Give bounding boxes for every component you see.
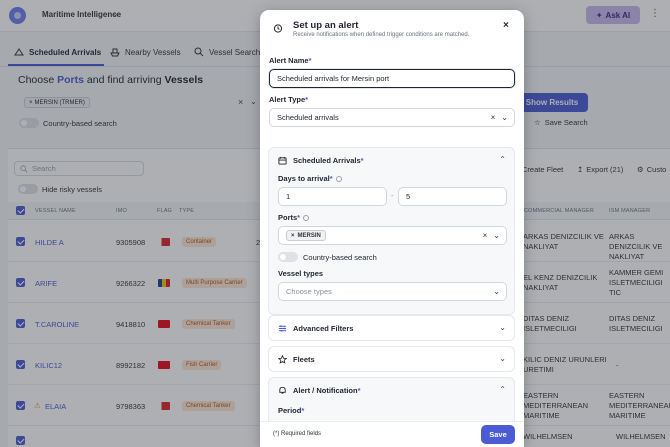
toggle-label: Country-based search: [303, 252, 377, 262]
chevron-down-icon[interactable]: ⌄: [499, 354, 506, 363]
toggle-switch[interactable]: [278, 252, 298, 262]
info-icon[interactable]: [335, 176, 342, 183]
modal-subtitle: Receive notifications when defined trigg…: [293, 32, 470, 38]
alert-type-select[interactable]: Scheduled arrivals × ⌄: [269, 108, 515, 127]
scheduled-arrivals-header[interactable]: Scheduled Arrivals *: [269, 148, 514, 173]
fleets-header[interactable]: Fleets: [269, 347, 514, 372]
days-to-arrival-label: Days to arrival*: [278, 174, 342, 183]
vessel-types-placeholder: Choose types: [286, 287, 332, 296]
alert-type-value: Scheduled arrivals: [277, 113, 339, 122]
close-icon[interactable]: ×: [291, 233, 295, 239]
period-label: Period*: [278, 406, 305, 415]
close-icon[interactable]: ×: [503, 20, 509, 31]
bell-icon: [279, 386, 286, 394]
clear-icon[interactable]: ×: [491, 113, 496, 122]
chevron-down-icon[interactable]: ⌄: [499, 323, 506, 332]
scheduled-arrivals-section: Scheduled Arrivals* ⌃ Days to arrival* -…: [268, 147, 515, 315]
chevron-up-icon[interactable]: ⌃: [499, 385, 506, 394]
ports-select[interactable]: × MERSIN × ⌄: [278, 226, 507, 245]
chevron-down-icon[interactable]: ⌄: [493, 287, 500, 296]
calendar-icon: [278, 156, 287, 165]
days-to-input[interactable]: [398, 187, 507, 206]
alert-modal: Set up an alert Receive notifications wh…: [260, 10, 524, 447]
ports-label: Ports*: [278, 213, 310, 222]
advanced-filters-section[interactable]: Advanced Filters ⌄: [268, 315, 515, 341]
chevron-down-icon[interactable]: ⌄: [501, 113, 508, 122]
port-chip-label: MERSIN: [297, 232, 321, 239]
required-fields-note: (*) Required fields: [273, 431, 322, 437]
save-button[interactable]: Save: [481, 425, 515, 444]
port-chip[interactable]: × MERSIN: [286, 230, 326, 241]
alert-notification-header[interactable]: Alert / Notification *: [269, 378, 514, 403]
range-separator: -: [391, 191, 394, 200]
clear-icon[interactable]: ×: [483, 231, 488, 240]
chevron-down-icon[interactable]: ⌄: [493, 231, 500, 240]
vessel-types-select[interactable]: Choose types ⌄: [278, 282, 507, 301]
alert-type-label: Alert Type*: [269, 95, 309, 104]
alert-name-input[interactable]: [269, 69, 515, 88]
days-from-input[interactable]: [278, 187, 387, 206]
alarm-clock-icon: [273, 24, 283, 33]
sliders-icon: [278, 325, 287, 332]
alert-name-label: Alert Name*: [269, 56, 312, 65]
vessel-types-label: Vessel types: [278, 269, 324, 278]
modal-title: Set up an alert: [293, 20, 359, 31]
star-icon: [278, 355, 287, 364]
info-icon[interactable]: [303, 215, 310, 222]
advanced-filters-header[interactable]: Advanced Filters: [269, 316, 514, 341]
modal-footer: (*) Required fields Save: [260, 421, 524, 447]
country-search-toggle[interactable]: Country-based search: [278, 252, 377, 262]
fleets-section[interactable]: Fleets ⌄: [268, 346, 515, 372]
chevron-up-icon[interactable]: ⌃: [499, 155, 506, 164]
